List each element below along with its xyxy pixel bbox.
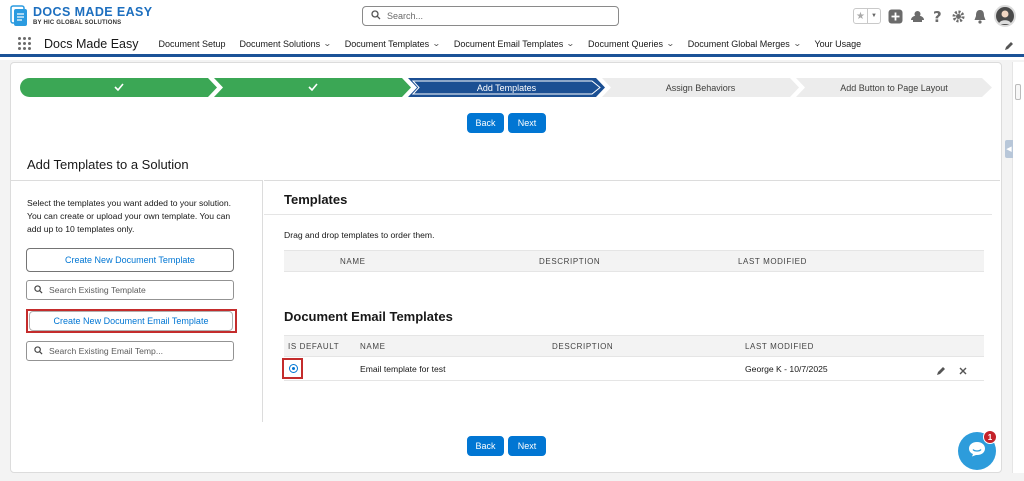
pencil-icon[interactable] xyxy=(936,363,946,381)
current-step-outline xyxy=(411,80,601,95)
chevron-down-icon[interactable]: ⌄ xyxy=(432,39,441,48)
document-logo-icon xyxy=(10,5,28,27)
user-avatar[interactable] xyxy=(994,5,1016,27)
chevron-down-icon[interactable]: ⌄ xyxy=(323,39,332,48)
chevron-down-icon[interactable]: ⌄ xyxy=(666,39,675,48)
highlight-box xyxy=(26,309,237,333)
instructions-text: Select the templates you want added to y… xyxy=(27,198,231,234)
brand-title: DOCS MADE EASY xyxy=(33,4,153,19)
right-panel xyxy=(264,180,1000,422)
close-icon[interactable] xyxy=(958,363,968,381)
collapse-panel-icon[interactable]: ◀ xyxy=(1005,140,1013,158)
app-nav-bar: Docs Made Easy Document Setup Document S… xyxy=(0,33,1024,57)
next-button[interactable]: Next xyxy=(508,436,546,456)
utility-rail xyxy=(1012,62,1024,473)
column-header-description: DESCRIPTION xyxy=(552,342,614,351)
column-header-name: NAME xyxy=(360,342,386,351)
checkmark-icon xyxy=(307,82,318,93)
global-search-input[interactable] xyxy=(387,11,607,21)
path-step-label: Assign Behaviors xyxy=(665,82,736,93)
add-icon[interactable] xyxy=(888,9,903,24)
back-button[interactable]: Back xyxy=(467,436,504,456)
search-template-field[interactable] xyxy=(26,280,234,300)
pencil-icon[interactable] xyxy=(1004,38,1014,56)
nav-tab-document-email-templates[interactable]: Document Email Templates ⌄ xyxy=(454,39,575,49)
app-logo[interactable]: DOCS MADE EASY BY HIC GLOBAL SOLUTIONS xyxy=(10,5,153,27)
email-template-name: Email template for test xyxy=(360,364,446,374)
chevron-down-icon[interactable]: ⌄ xyxy=(566,39,575,48)
next-button[interactable]: Next xyxy=(508,113,546,133)
checkmark-icon xyxy=(113,82,124,93)
templates-table-header: NAME DESCRIPTION LAST MODIFIED xyxy=(284,250,984,272)
svg-text:?: ? xyxy=(933,9,942,24)
chat-icon xyxy=(968,441,986,462)
path-step-2[interactable] xyxy=(214,78,411,97)
nav-tab-document-templates[interactable]: Document Templates ⌄ xyxy=(345,39,441,49)
app-name: Docs Made Easy xyxy=(44,36,139,51)
search-template-input[interactable] xyxy=(49,285,229,295)
column-header-description: DESCRIPTION xyxy=(539,257,601,266)
notification-badge: 1 xyxy=(983,430,997,444)
global-search[interactable] xyxy=(362,6,619,26)
page-title: Add Templates to a Solution xyxy=(27,157,189,172)
search-email-template-field[interactable] xyxy=(26,341,234,361)
chevron-down-icon[interactable]: ⌄ xyxy=(793,39,802,48)
path-step-5[interactable]: Add Button to Page Layout xyxy=(796,78,992,97)
nav-tab-document-queries[interactable]: Document Queries ⌄ xyxy=(588,39,675,49)
column-header-last-modified: LAST MODIFIED xyxy=(738,257,807,266)
column-header-is-default: IS DEFAULT xyxy=(288,342,340,351)
path-step-4[interactable]: Assign Behaviors xyxy=(602,78,799,97)
search-email-template-input[interactable] xyxy=(49,346,229,356)
path-step-1[interactable] xyxy=(20,78,217,97)
drag-hint-text: Drag and drop templates to order them. xyxy=(284,230,435,240)
trailhead-icon[interactable] xyxy=(910,9,925,24)
path-step-label: Add Button to Page Layout xyxy=(840,82,948,93)
column-header-last-modified: LAST MODIFIED xyxy=(745,342,814,351)
table-row: Email template for test George K - 10/7/… xyxy=(284,357,984,381)
highlight-box xyxy=(282,358,303,379)
star-icon[interactable]: ★ xyxy=(854,9,867,23)
search-icon xyxy=(34,281,43,299)
email-templates-table-header: IS DEFAULT NAME DESCRIPTION LAST MODIFIE… xyxy=(284,335,984,357)
scrollbar-thumb[interactable] xyxy=(1015,84,1021,100)
chevron-down-icon[interactable]: ▼ xyxy=(867,9,880,23)
back-button[interactable]: Back xyxy=(467,113,504,133)
search-icon xyxy=(34,342,43,360)
app-launcher-icon[interactable] xyxy=(18,36,32,51)
nav-tab-document-setup[interactable]: Document Setup xyxy=(158,39,225,49)
favorites-group[interactable]: ★ ▼ xyxy=(853,8,881,24)
create-document-template-button[interactable]: Create New Document Template xyxy=(26,248,234,272)
search-icon xyxy=(371,7,381,25)
email-templates-heading: Document Email Templates xyxy=(284,309,453,324)
email-template-last-modified: George K - 10/7/2025 xyxy=(745,364,828,374)
brand-subtitle: BY HIC GLOBAL SOLUTIONS xyxy=(33,20,122,27)
templates-heading: Templates xyxy=(284,192,348,207)
global-header: DOCS MADE EASY BY HIC GLOBAL SOLUTIONS ★… xyxy=(0,0,1024,33)
column-header-name: NAME xyxy=(340,257,366,266)
gear-icon[interactable] xyxy=(951,9,966,24)
bell-icon[interactable] xyxy=(973,9,987,24)
nav-tab-document-global-merges[interactable]: Document Global Merges ⌄ xyxy=(688,39,802,49)
nav-tab-document-solutions[interactable]: Document Solutions ⌄ xyxy=(240,39,332,49)
divider xyxy=(264,214,992,215)
help-icon[interactable]: ? xyxy=(932,9,944,24)
nav-tab-your-usage[interactable]: Your Usage xyxy=(814,39,861,49)
